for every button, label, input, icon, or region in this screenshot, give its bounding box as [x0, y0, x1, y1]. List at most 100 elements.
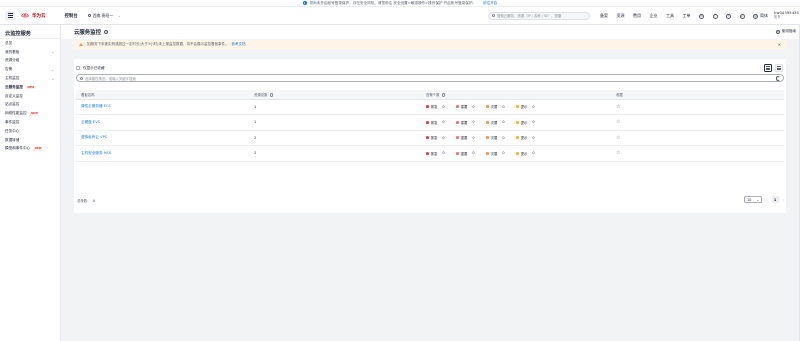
sidebar-item[interactable]: 云服务监控 NEW	[0, 83, 60, 92]
nav-link-tools[interactable]: 工具	[666, 13, 674, 19]
star-icon[interactable]: ☆	[616, 119, 620, 125]
alarm-level-item: 次要 0	[486, 120, 516, 125]
alarm-level-label: 提示	[520, 105, 528, 110]
sidebar-item[interactable]: 数据转储	[0, 136, 60, 145]
alarm-level-item: 紧急 0	[426, 135, 456, 140]
sort-icon[interactable]	[269, 93, 274, 97]
user-account-menu[interactable]: hw04395435 账号	[774, 10, 800, 20]
sidebar-item[interactable]: 总览	[0, 39, 60, 48]
prev-page-button[interactable]: ‹	[766, 198, 767, 202]
filter-placeholder: 选择属性筛选，或输入关键字搜索	[85, 76, 136, 81]
search-icon	[80, 76, 83, 80]
sidebar-item[interactable]: 我的看板 ⌄	[0, 48, 60, 57]
sidebar-item[interactable]: 模型和事件中心 NEW	[0, 145, 60, 154]
sidebar-title: 云监控服务	[0, 25, 60, 39]
favorites-only-checkbox[interactable]	[76, 66, 80, 70]
column-header-favorite: 收藏	[611, 90, 784, 100]
alarm-level-count: 0	[472, 120, 475, 125]
alarm-level-count: 0	[472, 151, 475, 156]
alarm-level-count: 0	[532, 151, 535, 156]
sidebar-item[interactable]: 资源分组	[0, 57, 60, 66]
sort-icon[interactable]	[441, 93, 446, 97]
dashboard-name-link[interactable]: 弹性云服务器 ECS	[81, 104, 111, 108]
star-icon[interactable]: ☆	[616, 135, 620, 141]
cloud-shell-icon[interactable]: ›	[712, 13, 718, 19]
dashboard-name-link[interactable]: 主机安全服务 HSS	[81, 151, 111, 155]
alarm-level-item: 次要 0	[486, 135, 516, 140]
refresh-icon[interactable]	[775, 76, 780, 81]
list-view-button[interactable]	[764, 64, 772, 72]
dashboard-name-link[interactable]: 云硬盘 EVS	[81, 120, 100, 124]
resource-count-cell: 1	[249, 99, 421, 115]
security-notice-bar: i 您尚未开启帐号登录保护，存在安全风险。请您前往 安全设置>敏感操作>操作保护…	[0, 0, 800, 7]
nav-link-beian[interactable]: 备案	[600, 13, 608, 19]
sidebar-item[interactable]: 告警 ⌄	[0, 65, 60, 74]
nav-link-enterprise[interactable]: 企业	[650, 13, 658, 19]
sidebar-item[interactable]: 主机监控 ⌄	[0, 74, 60, 83]
globe-icon: ◍	[753, 13, 758, 19]
sidebar-item[interactable]: 事件监控	[0, 118, 60, 127]
alarm-level-label: 重要	[460, 151, 468, 156]
dashboard-name-cell: 虚拟私有云 VPC	[76, 130, 249, 146]
filter-search-input[interactable]: 选择属性筛选，或输入关键字搜索	[76, 74, 784, 82]
status-dot-icon	[516, 151, 519, 155]
alarm-level-label: 提示	[520, 151, 528, 156]
help-icon[interactable]: ?	[726, 13, 731, 19]
dashboard-table: 看板名称 资源总数 告警个数 收藏 弹性云服务器 ECS 1 紧急 0 重要 0 次要 0 提示…	[76, 90, 784, 162]
user-account-type: 账号	[774, 14, 781, 19]
alarm-level-item: 提示 0	[516, 120, 546, 125]
favorite-cell: ☆	[611, 145, 784, 162]
sidebar-item-label: 资源分组	[5, 58, 20, 63]
star-icon[interactable]: ☆	[616, 150, 620, 156]
close-icon[interactable]: ✕	[778, 42, 781, 47]
notice-link[interactable]: 前往开启	[483, 1, 497, 6]
nav-link-tickets[interactable]: 工单	[683, 13, 691, 19]
chevron-down-icon: ⌄	[756, 197, 760, 202]
column-header-name: 看板名称	[76, 90, 249, 100]
status-dot-icon	[486, 151, 489, 155]
alarm-level-item: 重要 0	[456, 104, 486, 109]
sidebar-item[interactable]: 任务中心	[0, 127, 60, 136]
service-list-button[interactable]	[5, 10, 15, 21]
alarm-level-label: 重要	[460, 120, 468, 125]
nav-link-resources[interactable]: 资源	[617, 13, 625, 19]
status-dot-icon	[516, 136, 519, 140]
mail-icon[interactable]: ✉	[699, 13, 704, 19]
language-label: 简体	[760, 13, 768, 18]
dashboard-name-link[interactable]: 虚拟私有云 VPC	[81, 135, 107, 139]
star-icon[interactable]: ☆	[616, 104, 620, 110]
current-page-button[interactable]: 1	[771, 196, 779, 203]
alarm-level-label: 次要	[490, 136, 498, 141]
sidebar-item-label: 任务中心	[5, 128, 20, 133]
question-icon[interactable]: ?	[103, 29, 109, 35]
sidebar-item-label: 主机监控	[5, 76, 20, 81]
column-header-alarm-count[interactable]: 告警个数	[421, 90, 611, 100]
huawei-cloud-logo[interactable]: 华为云	[21, 13, 46, 19]
card-view-button[interactable]	[775, 64, 783, 72]
console-link[interactable]: 控制台	[65, 13, 78, 19]
alarm-level-label: 紧急	[430, 136, 438, 141]
new-badge: NEW	[25, 85, 36, 90]
column-header-resource-count[interactable]: 资源总数	[249, 90, 421, 100]
alarm-level-label: 重要	[460, 105, 468, 110]
usage-guide-link[interactable]: ▤ 使用指南	[775, 29, 796, 34]
sidebar-item[interactable]: 网络性能监控 NEW	[0, 109, 60, 118]
page-size-select[interactable]: 10 ⌄	[744, 196, 763, 203]
global-search-input[interactable]: 搜索云服务、资源（IP / 名称 / ID）、快捷	[488, 11, 590, 20]
sidebar-item[interactable]: 自定义监控	[0, 92, 60, 101]
nav-link-billing[interactable]: 费用	[633, 13, 641, 19]
alarm-level-item: 次要 0	[486, 151, 516, 156]
alarm-level-count: 0	[472, 104, 475, 109]
notice-text: 您尚未开启帐号登录保护，存在安全风险。请您前往 安全设置>敏感操作>操作保护 开…	[309, 0, 477, 5]
region-selector[interactable]: 西南-贵阳一 ⌄	[87, 13, 121, 19]
next-page-button[interactable]: ›	[783, 198, 784, 202]
language-selector[interactable]: ◍ 简体	[753, 13, 768, 19]
info-icon: i	[302, 1, 307, 5]
status-dot-icon	[456, 151, 459, 155]
feedback-icon[interactable]: ▫	[739, 13, 745, 19]
page-title: 云服务监控	[74, 30, 101, 36]
sidebar-item[interactable]: 站点监控	[0, 101, 60, 110]
alarm-level-count: 0	[442, 135, 445, 140]
warning-doc-link[interactable]: 参考文档	[231, 42, 245, 47]
alarm-level-label: 紧急	[430, 120, 438, 125]
